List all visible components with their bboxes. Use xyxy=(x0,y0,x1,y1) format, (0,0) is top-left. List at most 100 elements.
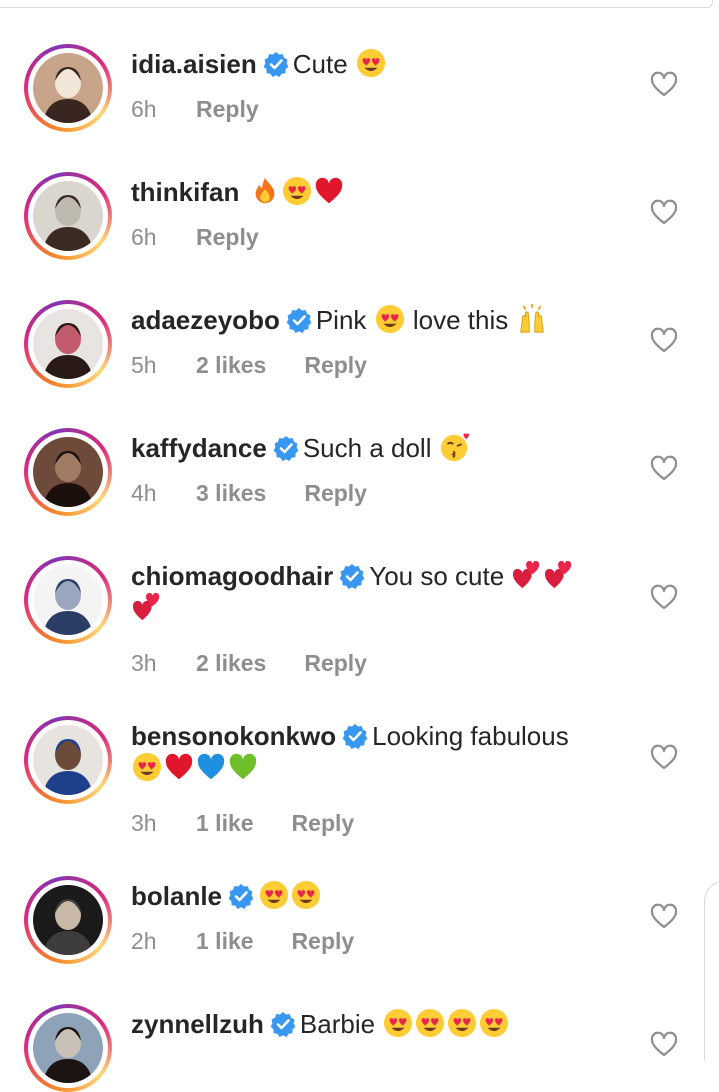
avatar[interactable] xyxy=(24,716,112,804)
heart-eyes-emoji xyxy=(291,880,321,910)
comment-likes[interactable]: 3 likes xyxy=(196,479,266,507)
comment-meta: 2h 1 like Reply xyxy=(131,927,354,955)
comment-body: kaffydance Such a doll xyxy=(131,432,611,464)
two-hearts-emoji xyxy=(132,592,162,622)
avatar-photo xyxy=(33,725,103,795)
comment-likes[interactable]: 2 likes xyxy=(196,649,266,677)
comment-meta: 3h 1 like Reply xyxy=(131,809,354,837)
comments-list: idia.aisien Cute 6h Reply thinkifan 6h Reply… xyxy=(0,0,719,1092)
comment-text-continued: love this xyxy=(412,305,509,335)
like-heart-icon[interactable] xyxy=(650,455,678,481)
avatar[interactable] xyxy=(24,428,112,516)
comment-time: 3h xyxy=(131,650,157,676)
green-heart-emoji xyxy=(228,752,258,782)
heart-eyes-emoji xyxy=(447,1008,477,1038)
comment-time: 4h xyxy=(131,480,157,506)
comment-likes[interactable]: 2 likes xyxy=(196,351,266,379)
side-sheet-edge xyxy=(704,880,719,1061)
heart-eyes-emoji xyxy=(479,1008,509,1038)
comment-text: Cute xyxy=(292,49,348,79)
verified-badge-icon xyxy=(286,307,312,333)
avatar[interactable] xyxy=(24,556,112,644)
comment-body: bensonokonkwo Looking fabulous xyxy=(131,720,611,784)
heart-eyes-emoji xyxy=(415,1008,445,1038)
heart-eyes-emoji xyxy=(132,752,162,782)
comment-time: 2h xyxy=(131,928,157,954)
reply-button[interactable]: Reply xyxy=(304,479,367,507)
reply-button[interactable]: Reply xyxy=(292,809,355,837)
like-heart-icon[interactable] xyxy=(650,1031,678,1057)
comment-username[interactable]: chiomagoodhair xyxy=(131,561,333,591)
heart-eyes-emoji xyxy=(356,48,386,78)
comment-body: zynnellzuh Barbie xyxy=(131,1008,611,1040)
comment-time: 6h xyxy=(131,224,157,250)
verified-badge-icon xyxy=(270,1011,296,1037)
reply-button[interactable]: Reply xyxy=(304,351,367,379)
comment-username[interactable]: idia.aisien xyxy=(131,49,257,79)
blue-heart-emoji xyxy=(196,752,226,782)
comment-meta: 6h Reply xyxy=(131,223,259,251)
comment-time: 3h xyxy=(131,810,157,836)
comment-text: Looking fabulous xyxy=(372,721,569,751)
comment-body: bolanle xyxy=(131,880,611,912)
reply-button[interactable]: Reply xyxy=(196,223,259,251)
comment-meta: 6h Reply xyxy=(131,95,259,123)
comment-text: Barbie xyxy=(299,1009,376,1039)
comment-time: 5h xyxy=(131,352,157,378)
comment-body: adaezeyobo Pink love this xyxy=(131,304,611,336)
comment-body: thinkifan xyxy=(131,176,611,208)
avatar-photo xyxy=(33,309,103,379)
avatar-photo xyxy=(33,53,103,123)
heart-eyes-emoji xyxy=(383,1008,413,1038)
comment-username[interactable]: bensonokonkwo xyxy=(131,721,336,751)
like-heart-icon[interactable] xyxy=(650,327,678,353)
comment-username[interactable]: kaffydance xyxy=(131,433,267,463)
reply-button[interactable]: Reply xyxy=(304,649,367,677)
avatar[interactable] xyxy=(24,300,112,388)
avatar[interactable] xyxy=(24,876,112,964)
avatar-photo xyxy=(33,437,103,507)
comment-username[interactable]: bolanle xyxy=(131,881,222,911)
avatar-photo xyxy=(33,885,103,955)
heart-eyes-emoji xyxy=(282,176,312,206)
reply-button[interactable]: Reply xyxy=(196,95,259,123)
avatar-photo xyxy=(33,181,103,251)
comment-likes[interactable]: 1 like xyxy=(196,927,254,955)
like-heart-icon[interactable] xyxy=(650,744,678,770)
like-heart-icon[interactable] xyxy=(650,903,678,929)
comment-meta: 3h 2 likes Reply xyxy=(131,649,367,677)
comment-time: 6h xyxy=(131,96,157,122)
comment-body: idia.aisien Cute xyxy=(131,48,611,80)
reply-button[interactable]: Reply xyxy=(292,927,355,955)
heart-eyes-emoji xyxy=(375,304,405,334)
comment-username[interactable]: zynnellzuh xyxy=(131,1009,264,1039)
two-hearts-emoji xyxy=(512,560,542,590)
fire-emoji xyxy=(250,176,280,206)
avatar[interactable] xyxy=(24,44,112,132)
verified-badge-icon xyxy=(342,723,368,749)
verified-badge-icon xyxy=(273,435,299,461)
comment-body: chiomagoodhair You so cute xyxy=(131,560,611,624)
comment-username[interactable]: thinkifan xyxy=(131,177,239,207)
raising-hands-emoji xyxy=(517,304,547,334)
heart-eyes-emoji xyxy=(259,880,289,910)
comment-meta: 5h 2 likes Reply xyxy=(131,351,367,379)
verified-badge-icon xyxy=(339,563,365,589)
red-heart-emoji xyxy=(314,176,344,206)
comment-likes[interactable]: 1 like xyxy=(196,809,254,837)
verified-badge-icon xyxy=(228,883,254,909)
comment-username[interactable]: adaezeyobo xyxy=(131,305,280,335)
red-heart-emoji xyxy=(164,752,194,782)
avatar-photo xyxy=(33,565,103,635)
comment-text: You so cute xyxy=(369,561,505,591)
comment-meta: 4h 3 likes Reply xyxy=(131,479,367,507)
verified-badge-icon xyxy=(263,51,289,77)
like-heart-icon[interactable] xyxy=(650,71,678,97)
kissing-face-emoji xyxy=(440,432,470,462)
like-heart-icon[interactable] xyxy=(650,584,678,610)
avatar[interactable] xyxy=(24,172,112,260)
avatar[interactable] xyxy=(24,1004,112,1092)
comment-text: Pink xyxy=(315,305,367,335)
avatar-photo xyxy=(33,1013,103,1083)
like-heart-icon[interactable] xyxy=(650,199,678,225)
